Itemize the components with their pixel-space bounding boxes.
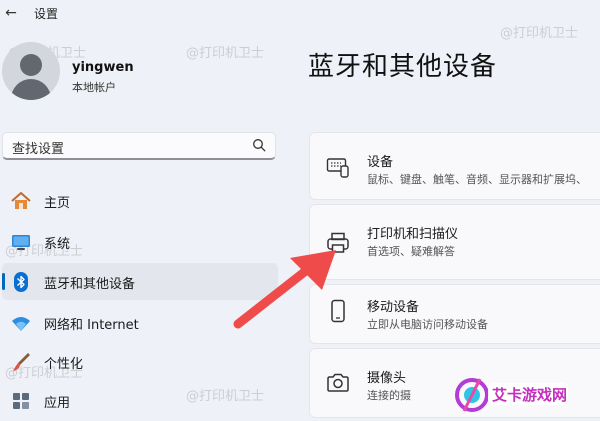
sidebar-item-label: 主页 [44,196,71,211]
home-icon [11,192,31,209]
annotation-arrow-icon [233,250,336,329]
user-avatar[interactable] [2,42,60,100]
card-title: 设备 [367,155,394,170]
devices-icon [326,158,349,178]
card-subtitle: 首选项、疑难解答 [367,245,455,258]
sidebar-item-label: 网络和 Internet [44,318,139,333]
sidebar-item-label: 蓝牙和其他设备 [44,277,136,292]
watermark: @打印机卫士 [500,26,579,41]
account-type: 本地帐户 [72,81,116,94]
search-box[interactable]: 查找设置 [2,132,276,160]
sidebar-item-label: 个性化 [44,357,84,372]
back-arrow-icon[interactable]: ← [2,4,20,22]
system-monitor-icon [12,235,30,250]
wifi-icon [12,317,30,331]
card-printers-scanners[interactable]: 打印机和扫描仪 首选项、疑难解答 [309,204,600,280]
bluetooth-icon [14,272,28,292]
sidebar-item-personalization[interactable]: 个性化 [2,343,278,380]
search-placeholder: 查找设置 [12,142,65,157]
user-name: yingwen [72,60,134,75]
card-title: 打印机和扫描仪 [367,227,459,242]
site-logo-text: 艾卡游戏网 [492,386,568,404]
card-devices[interactable]: 设备 鼠标、键盘、触笔、音频、显示器和扩展坞、 [309,132,600,200]
app-title: 设置 [34,7,59,21]
page-title: 蓝牙和其他设备 [308,52,498,82]
card-subtitle: 鼠标、键盘、触笔、音频、显示器和扩展坞、 [367,173,587,186]
card-subtitle: 立即从电脑访问移动设备 [367,318,488,331]
sidebar-item-label: 应用 [44,396,71,411]
card-mobile-devices[interactable]: 移动设备 立即从电脑访问移动设备 [309,284,600,344]
sidebar-item-home[interactable]: 主页 [2,182,278,219]
active-indicator [2,273,5,290]
camera-icon [327,373,349,392]
sidebar-item-apps[interactable]: 应用 [2,382,278,419]
paint-brush-icon [13,353,30,371]
card-subtitle: 连接的摄 [367,389,411,402]
sidebar-item-label: 系统 [44,237,71,252]
apps-icon [13,393,29,409]
card-title: 移动设备 [367,300,420,315]
watermark: @打印机卫士 [186,46,265,61]
site-logo: 艾卡游戏网 [450,373,570,417]
search-icon[interactable] [252,138,266,152]
card-title: 摄像头 [367,371,407,386]
